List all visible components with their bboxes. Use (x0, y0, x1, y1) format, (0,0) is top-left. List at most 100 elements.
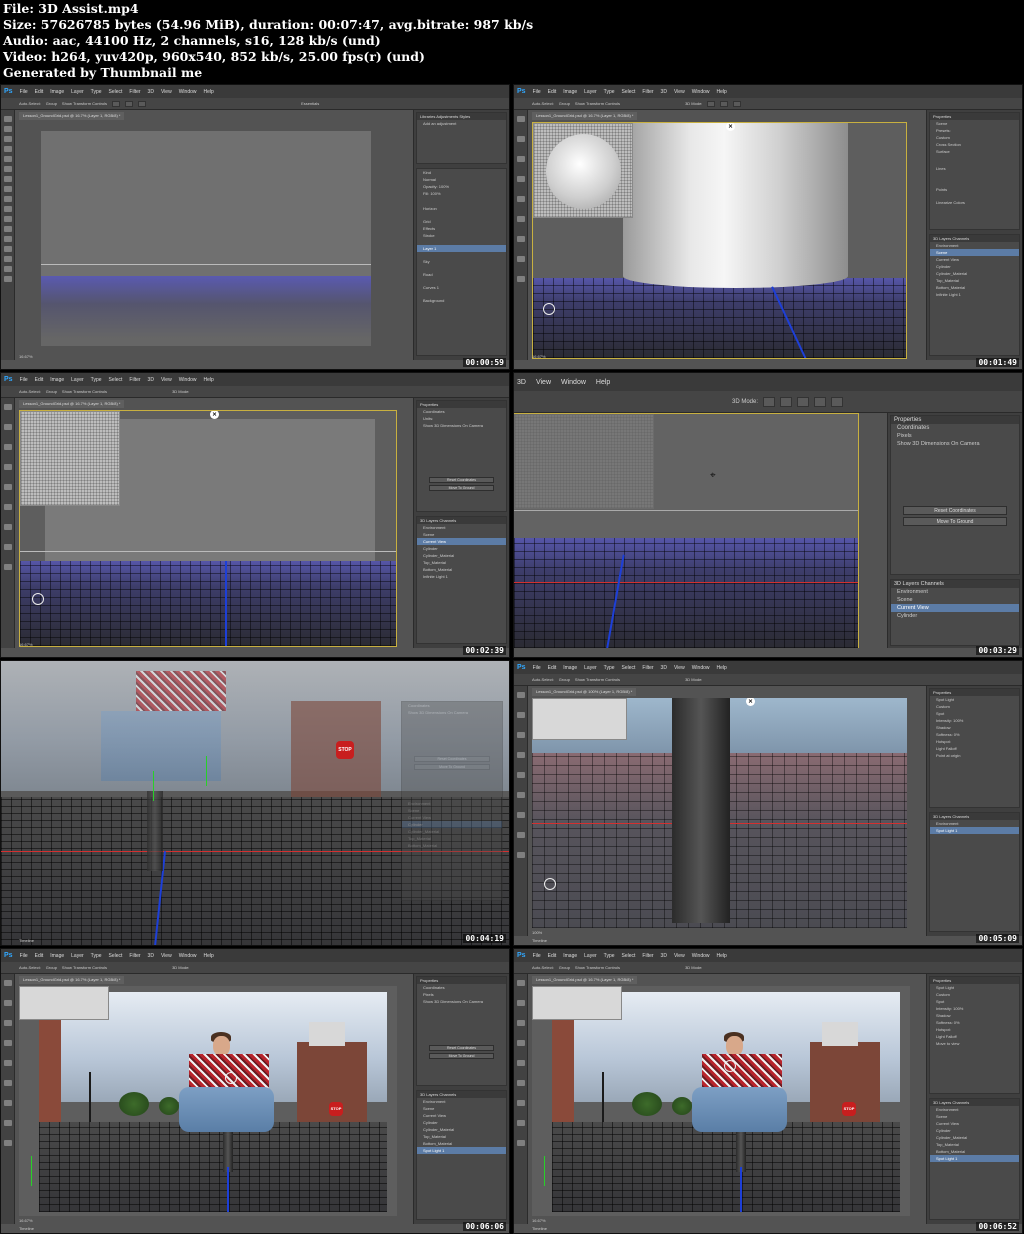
menu-layer[interactable]: Layer (71, 377, 84, 383)
menu-file[interactable]: File (533, 89, 541, 95)
document-tab[interactable]: Lesson1_GroundGrid.psd @ 16.7% (Layer 1,… (19, 112, 125, 120)
reset-coordinates-button[interactable]: Reset Coordinates (429, 477, 494, 483)
document-canvas[interactable]: × (532, 698, 907, 928)
layer-row[interactable]: Curves 1 (417, 284, 506, 291)
tree-item[interactable]: Top_Material (417, 559, 506, 566)
layer-row[interactable]: Road (417, 271, 506, 278)
type-tool-icon[interactable] (517, 1100, 525, 1106)
lasso-tool-icon[interactable] (517, 1000, 525, 1006)
layer-effects-row[interactable]: Effects (417, 225, 506, 232)
gradient-tool-icon[interactable] (4, 1080, 12, 1086)
menu-window[interactable]: Window (179, 953, 197, 959)
show-dimensions-checkbox[interactable]: Show 3D Dimensions On Camera (417, 422, 506, 429)
menu-filter[interactable]: Filter (129, 953, 140, 959)
menu-edit[interactable]: Edit (35, 953, 44, 959)
layer-row[interactable]: Horizon (417, 205, 506, 212)
menu-window[interactable]: Window (179, 89, 197, 95)
menu-image[interactable]: Image (563, 953, 577, 959)
light-falloff-checkbox[interactable]: Light Falloff (930, 1033, 1019, 1040)
3d-panel-tabs[interactable]: 3D Layers Channels (930, 813, 1019, 820)
menu-layer[interactable]: Layer (584, 953, 597, 959)
points-checkbox[interactable]: Points (930, 186, 1019, 193)
heal-tool-icon[interactable] (517, 752, 525, 758)
menu-view[interactable]: View (161, 953, 172, 959)
menu-filter[interactable]: Filter (129, 377, 140, 383)
menu-help[interactable]: Help (717, 665, 727, 671)
orbit-3d-icon[interactable] (707, 100, 716, 107)
roll-3d-icon[interactable] (720, 100, 729, 107)
tree-item[interactable]: Infinite Light 1 (417, 573, 506, 580)
pan-3d-icon[interactable] (797, 396, 810, 407)
3d-panel-tabs[interactable]: 3D Layers Channels (930, 1099, 1019, 1106)
menu-window[interactable]: Window (692, 953, 710, 959)
path-tool-icon[interactable] (4, 246, 12, 252)
hand-tool-icon[interactable] (4, 266, 12, 272)
secondary-view[interactable] (532, 698, 627, 740)
menu-help[interactable]: Help (596, 379, 610, 386)
transform-controls-label[interactable]: Show Transform Controls (575, 965, 620, 970)
zoom-tool-icon[interactable] (4, 276, 12, 282)
shadow-checkbox[interactable]: Shadow (930, 1012, 1019, 1019)
3d-cylinder-pole[interactable] (672, 698, 730, 923)
adjustments-tabs[interactable]: Libraries Adjustments Styles (417, 113, 506, 120)
menu-filter[interactable]: Filter (642, 953, 653, 959)
move-to-view-button[interactable]: Move to view (930, 1040, 1019, 1047)
menu-help[interactable]: Help (204, 89, 214, 95)
stamp-tool-icon[interactable] (517, 1060, 525, 1066)
crop-tool-icon[interactable] (517, 732, 525, 738)
tree-item-selected[interactable]: Spot Light 1 (930, 1155, 1019, 1162)
menu-image[interactable]: Image (50, 953, 64, 959)
tree-item[interactable]: Cylinder_Material (417, 1126, 506, 1133)
group-select[interactable]: Group (559, 965, 570, 970)
marquee-tool-icon[interactable] (4, 126, 12, 132)
stamp-tool-icon[interactable] (517, 772, 525, 778)
3d-axis-widget-icon[interactable] (32, 593, 44, 605)
menu-view[interactable]: View (161, 377, 172, 383)
reset-coordinates-button[interactable]: Reset Coordinates (414, 756, 490, 762)
timeline-tab[interactable]: Timeline (19, 1226, 34, 1231)
tree-item[interactable]: Cylinder_Material (417, 552, 506, 559)
type-tool-icon[interactable] (517, 812, 525, 818)
heal-tool-icon[interactable] (4, 1040, 12, 1046)
preset-select[interactable]: Custom (930, 703, 1019, 710)
crop-tool-icon[interactable] (4, 444, 12, 450)
gradient-tool-icon[interactable] (4, 504, 12, 510)
crop-tool-icon[interactable] (4, 1020, 12, 1026)
transform-controls-label[interactable]: Show Transform Controls (575, 677, 620, 682)
3d-cylinder[interactable] (623, 123, 848, 288)
preset-select[interactable]: Custom (930, 991, 1019, 998)
shape-tool-icon[interactable] (4, 256, 12, 262)
move-tool-icon[interactable] (517, 116, 525, 122)
tree-item[interactable]: Scene (891, 596, 1019, 604)
move-to-ground-button[interactable]: Move To Ground (429, 1053, 494, 1059)
menu-window[interactable]: Window (179, 377, 197, 383)
group-select[interactable]: Group (46, 101, 57, 106)
menu-image[interactable]: Image (50, 377, 64, 383)
move-tool-icon[interactable] (517, 692, 525, 698)
transform-controls-label[interactable]: Show Transform Controls (62, 965, 107, 970)
menu-help[interactable]: Help (204, 953, 214, 959)
reset-coordinates-button[interactable]: Reset Coordinates (429, 1045, 494, 1051)
align-button[interactable] (112, 100, 121, 107)
pen-tool-icon[interactable] (4, 226, 12, 232)
heal-tool-icon[interactable] (517, 176, 525, 182)
shape-tool-icon[interactable] (4, 544, 12, 550)
lasso-tool-icon[interactable] (4, 424, 12, 430)
tree-item[interactable]: Bottom_Material (417, 1140, 506, 1147)
document-canvas[interactable]: ⌖ (514, 413, 859, 648)
3d-cylinder-pole[interactable] (736, 1132, 746, 1172)
tree-item[interactable]: Bottom_Material (402, 842, 502, 849)
move-tool-icon[interactable] (517, 980, 525, 986)
brush-tool-icon[interactable] (4, 186, 12, 192)
type-select[interactable]: Spot (930, 998, 1019, 1005)
transform-controls-label[interactable]: Show Transform Controls (575, 101, 620, 106)
menu-select[interactable]: Select (622, 89, 636, 95)
tree-item[interactable]: Cylinder (417, 1119, 506, 1126)
intensity-field[interactable]: Intensity: 100% (930, 1005, 1019, 1012)
menu-3d[interactable]: 3D (661, 953, 667, 959)
tree-item-selected[interactable]: Scene (930, 249, 1019, 256)
slide-3d-icon[interactable] (814, 396, 827, 407)
lines-checkbox[interactable]: Lines (930, 165, 1019, 172)
document-tab[interactable]: Lesson1_GroundGrid.psd @ 16.7% (Layer 1,… (19, 976, 125, 984)
gradient-tool-icon[interactable] (4, 216, 12, 222)
